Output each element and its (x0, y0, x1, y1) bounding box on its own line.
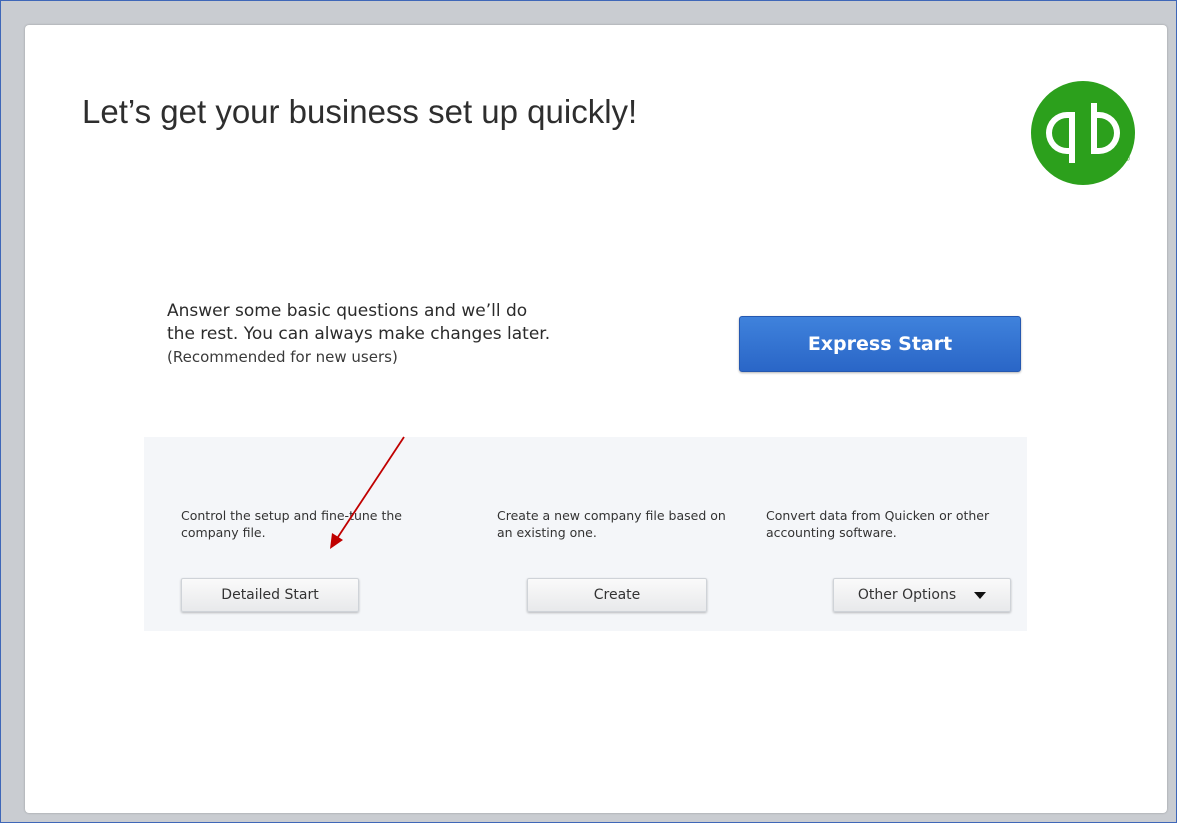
create-from-existing-option: Create a new company file based on an ex… (497, 507, 742, 541)
dropdown-arrow-icon (974, 591, 987, 599)
detailed-start-option: Control the setup and fine-tune the comp… (181, 507, 451, 541)
other-options-label: Other Options (857, 587, 957, 603)
other-options-option: Convert data from Quicken or other accou… (766, 507, 1026, 541)
other-options-description: Convert data from Quicken or other accou… (766, 508, 990, 540)
other-options-dropdown[interactable]: Other Options (833, 578, 1011, 612)
setup-dialog: Let’s get your business set up quickly! … (25, 25, 1167, 813)
window-frame: Let’s get your business set up quickly! … (0, 0, 1177, 823)
express-description-line: the rest. You can always make changes la… (167, 324, 551, 344)
registered-trademark: ® (1124, 154, 1130, 163)
express-start-button[interactable]: Express Start (739, 316, 1021, 372)
express-recommendation-note: (Recommended for new users) (167, 348, 398, 366)
express-description-line: Answer some basic questions and we’ll do (167, 301, 528, 321)
detailed-start-description: Control the setup and fine-tune the comp… (181, 508, 402, 540)
page-title: Let’s get your business set up quickly! (82, 93, 638, 130)
express-description: Answer some basic questions and we’ll do… (167, 300, 550, 369)
quickbooks-logo-icon (1031, 81, 1135, 185)
create-button[interactable]: Create (527, 578, 707, 612)
create-from-existing-description: Create a new company file based on an ex… (497, 508, 726, 540)
other-setup-options-panel: Control the setup and fine-tune the comp… (144, 437, 1027, 631)
detailed-start-button[interactable]: Detailed Start (181, 578, 359, 612)
